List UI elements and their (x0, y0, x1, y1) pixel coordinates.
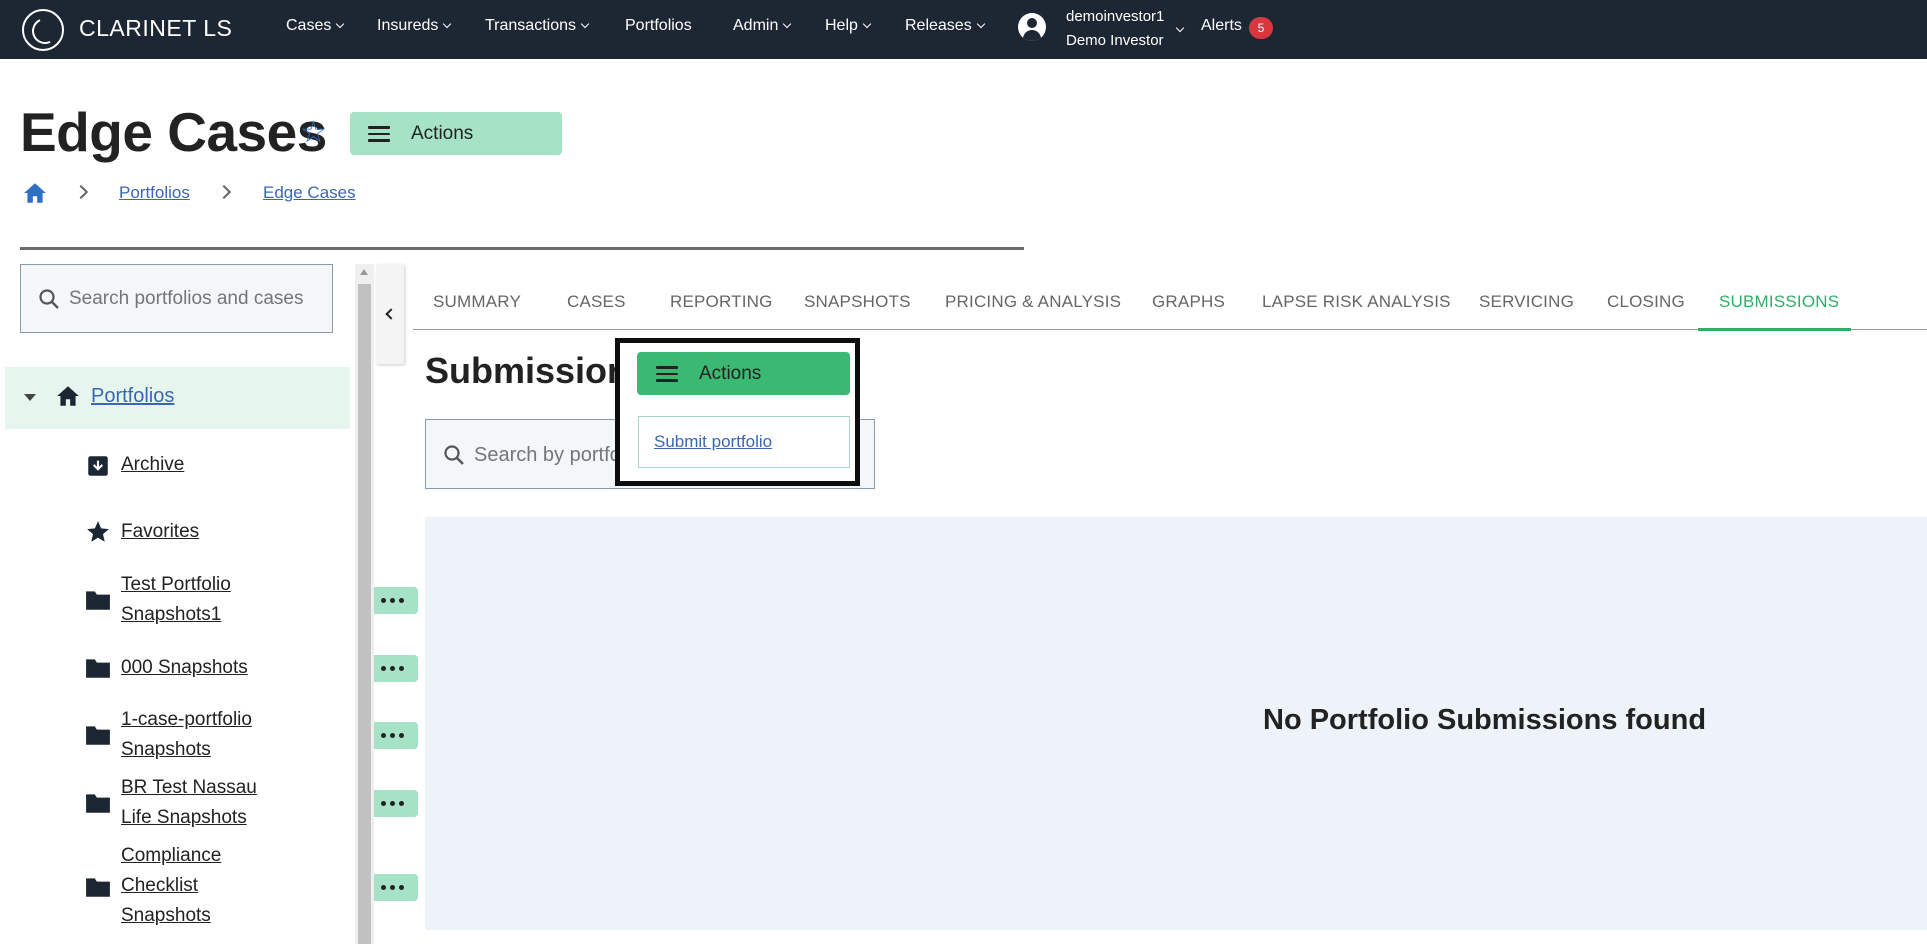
tab-servicing[interactable]: SERVICING (1479, 292, 1574, 312)
chevron-left-icon (385, 308, 397, 320)
breadcrumb-portfolios[interactable]: Portfolios (119, 183, 190, 203)
user-display-name: Demo Investor (1066, 32, 1164, 49)
tree-root-label[interactable]: Portfolios (91, 385, 174, 408)
sidebar-search-input[interactable] (69, 283, 319, 315)
active-tab-indicator (1698, 328, 1851, 331)
folder-icon (86, 591, 110, 610)
tree-item-folder[interactable]: 000 Snapshots (85, 653, 418, 683)
nav-releases-label: Releases (905, 17, 972, 34)
tab-snapshots[interactable]: SNAPSHOTS (804, 292, 911, 312)
breadcrumb-edge-cases[interactable]: Edge Cases (263, 183, 356, 203)
nav-cases[interactable]: Cases (286, 17, 345, 35)
nav-transactions[interactable]: Transactions (485, 17, 590, 35)
tree-item-label[interactable]: Favorites (121, 517, 199, 547)
more-options-button[interactable] (367, 790, 418, 817)
user-menu[interactable]: demoinvestor1 Demo Investor (1066, 5, 1164, 53)
tab-closing[interactable]: CLOSING (1607, 292, 1685, 312)
archive-icon (88, 456, 108, 476)
sidebar-search-box (20, 264, 333, 333)
more-options-button[interactable] (367, 587, 418, 614)
header-actions-label: Actions (411, 123, 474, 144)
empty-state-message: No Portfolio Submissions found (1263, 704, 1707, 736)
tree-item-favorites[interactable]: Favorites (85, 517, 345, 547)
tree-item-folder[interactable]: Test Portfolio Snapshots1 (85, 570, 418, 630)
tree-item-label[interactable]: BR Test Nassau Life Snapshots (121, 773, 271, 833)
tree-item-label[interactable]: 1-case-portfolio Snapshots (121, 705, 271, 765)
tree-item-archive[interactable]: Archive (85, 450, 345, 480)
chevron-right-icon (216, 184, 232, 200)
chevron-down-icon (443, 19, 452, 29)
nav-insureds-label: Insureds (377, 17, 439, 34)
tree-item-label[interactable]: Compliance Checklist Snapshots (121, 841, 241, 931)
brand-name[interactable]: CLARINET LS (79, 15, 232, 42)
nav-admin[interactable]: Admin (733, 17, 792, 35)
star-icon (87, 521, 109, 542)
page-title: Edge Cases (20, 101, 327, 163)
nav-transactions-label: Transactions (485, 17, 576, 34)
nav-help[interactable]: Help (825, 17, 872, 35)
tree-item-folder[interactable]: 1-case-portfolio Snapshots (85, 705, 418, 765)
submissions-actions-label: Actions (699, 363, 762, 384)
home-icon[interactable] (22, 180, 48, 206)
tab-reporting[interactable]: REPORTING (670, 292, 773, 312)
scrollbar-thumb[interactable] (358, 284, 371, 944)
tab-lapse-risk-analysis[interactable]: LAPSE RISK ANALYSIS (1262, 292, 1451, 312)
tab-graphs[interactable]: GRAPHS (1152, 292, 1225, 312)
chevron-down-icon (783, 19, 792, 29)
actions-menu: Submit portfolio (638, 416, 850, 468)
menu-icon (656, 366, 678, 382)
more-options-button[interactable] (367, 874, 418, 901)
scroll-up-arrow-icon[interactable] (360, 269, 368, 275)
user-avatar-icon[interactable] (1018, 13, 1046, 41)
chevron-right-icon (73, 184, 89, 200)
tab-pricing-analysis[interactable]: PRICING & ANALYSIS (945, 292, 1121, 312)
collapse-sidebar-button[interactable] (376, 264, 404, 364)
folder-icon (86, 659, 110, 678)
tree-item-label[interactable]: Test Portfolio Snapshots1 (121, 570, 271, 630)
caret-down-icon[interactable] (24, 394, 36, 401)
chevron-down-icon (976, 19, 985, 29)
tree-item-folder[interactable]: Compliance Checklist Snapshots (85, 841, 418, 933)
tab-submissions[interactable]: SUBMISSIONS (1719, 292, 1839, 312)
more-options-button[interactable] (367, 655, 418, 682)
tab-bar: SUMMARY CASES REPORTING SNAPSHOTS PRICIN… (413, 282, 1927, 331)
search-icon (444, 445, 464, 465)
nav-insureds[interactable]: Insureds (377, 17, 452, 35)
submit-portfolio-menu-item[interactable]: Submit portfolio (654, 432, 772, 452)
folder-icon (86, 794, 110, 813)
folder-icon (86, 878, 110, 897)
nav-releases[interactable]: Releases (905, 17, 985, 35)
alerts-count-badge: 5 (1249, 17, 1273, 39)
nav-admin-label: Admin (733, 17, 779, 34)
home-icon (57, 386, 79, 406)
top-navbar: CLARINET LS Cases Insureds Transactions … (0, 0, 1927, 59)
chevron-down-icon (336, 19, 345, 29)
tab-cases[interactable]: CASES (567, 292, 626, 312)
tree-root-portfolios[interactable]: Portfolios (5, 367, 350, 429)
more-options-button[interactable] (367, 722, 418, 749)
submissions-actions-button[interactable]: Actions (637, 352, 850, 395)
chevron-down-icon (580, 19, 590, 29)
tree-item-label[interactable]: 000 Snapshots (121, 653, 248, 683)
sidebar-scrollbar[interactable] (355, 264, 374, 944)
tree-item-folder[interactable]: BR Test Nassau Life Snapshots (85, 773, 418, 833)
folder-icon (86, 726, 110, 745)
clarinet-logo-icon[interactable] (22, 9, 64, 51)
empty-state-panel: No Portfolio Submissions found (425, 517, 1927, 930)
chevron-down-icon (862, 19, 872, 29)
tree-item-label[interactable]: Archive (121, 450, 184, 480)
nav-portfolios-label: Portfolios (625, 17, 692, 34)
divider (20, 247, 1024, 250)
menu-icon (368, 126, 390, 142)
header-actions-button[interactable]: Actions (350, 112, 562, 155)
chevron-down-icon[interactable] (1175, 23, 1185, 33)
nav-help-label: Help (825, 17, 858, 34)
nav-portfolios[interactable]: Portfolios (625, 17, 692, 35)
tab-summary[interactable]: SUMMARY (433, 292, 521, 312)
alerts-link[interactable]: Alerts (1201, 17, 1242, 35)
username: demoinvestor1 (1066, 8, 1165, 25)
search-icon (39, 289, 59, 309)
favorite-star-icon[interactable]: ☆ (300, 118, 327, 148)
nav-cases-label: Cases (286, 17, 332, 34)
